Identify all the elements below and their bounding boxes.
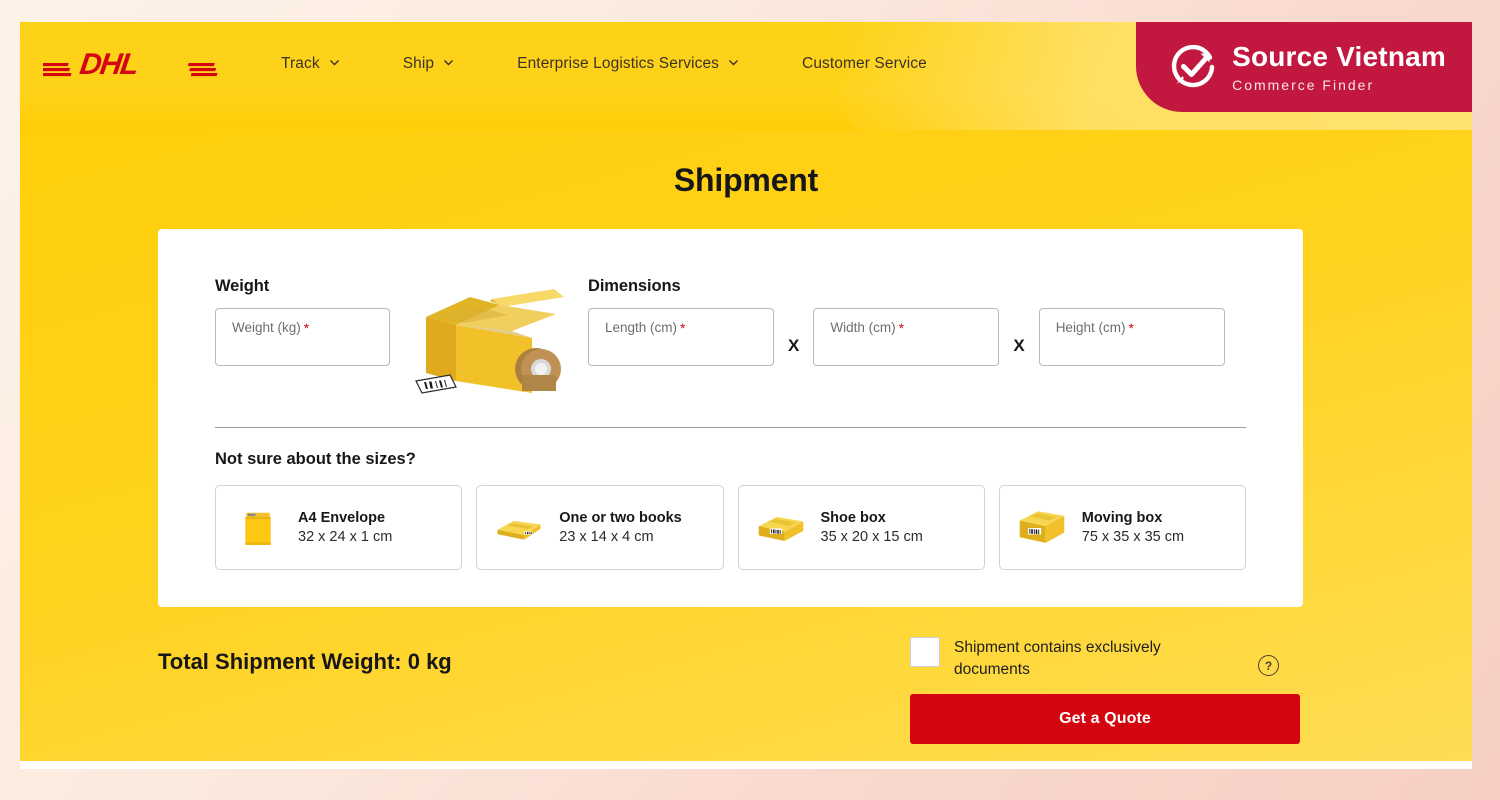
documents-only-row: Shipment contains exclusively documents … [910, 635, 1310, 681]
size-preset-text: Moving box 75 x 35 x 35 cm [1082, 510, 1184, 545]
weight-label: Weight [215, 277, 270, 295]
dimensions-inputs: Length (cm) * X Width (cm) * X Height (c… [588, 308, 1225, 366]
page-title: Shipment [673, 162, 819, 198]
nav-item-track[interactable]: Track [250, 49, 372, 79]
help-icon[interactable]: ? [1258, 655, 1279, 676]
source-vietnam-title: Source Vietnam [1232, 40, 1446, 72]
size-preset-one-or-two-books[interactable]: One or two books 23 x 14 x 4 cm [476, 485, 724, 570]
weight-input-placeholder: Weight (kg) [232, 320, 301, 335]
size-preset-shoe-box[interactable]: Shoe box 35 x 20 x 15 cm [737, 485, 985, 570]
length-field: Length (cm) * [588, 308, 774, 366]
size-preset-text: One or two books 23 x 14 x 4 cm [559, 510, 681, 545]
size-preset-name: One or two books [559, 510, 682, 526]
size-preset-moving-box[interactable]: Moving box 75 x 35 x 35 cm [998, 485, 1246, 570]
size-preset-name: Shoe box [820, 510, 886, 526]
size-preset-text: A4 Envelope 32 x 24 x 1 cm [298, 510, 392, 545]
dhl-logo[interactable]: DHL [37, 44, 225, 84]
nav-item-ship[interactable]: Ship [372, 49, 486, 79]
size-preset-dims: 23 x 14 x 4 cm [559, 529, 654, 545]
dhl-logo-icon: DHL [37, 48, 218, 81]
documents-only-checkbox[interactable] [910, 637, 940, 667]
shoe-box-icon [753, 502, 809, 554]
nav-item-enterprise-logistics-services-label: Enterprise Logistics Services [517, 55, 720, 72]
weight-field-group: Weight Weight (kg) * [215, 277, 390, 366]
chevron-down-icon [328, 56, 341, 69]
nav-item-customer-service[interactable]: Customer Service [771, 49, 958, 79]
chevron-down-icon [727, 56, 740, 69]
size-preset-list: A4 Envelope 32 x 24 x 1 cm One or two bo… [215, 485, 1246, 570]
documents-only-label: Shipment contains exclusively documents [954, 639, 1161, 678]
size-preset-a4-envelope[interactable]: A4 Envelope 32 x 24 x 1 cm [215, 485, 463, 570]
width-required-asterisk: * [898, 320, 905, 336]
shipment-form-card: Weight Weight (kg) * Dimensions Length (… [158, 229, 1303, 607]
dhl-page-frame: DHL Track Ship Enterprise Logistics Serv… [20, 22, 1472, 769]
get-a-quote-button[interactable]: Get a Quote [910, 694, 1300, 744]
length-input[interactable]: Length (cm) * [588, 308, 774, 366]
package-box-illustration [404, 283, 572, 395]
width-field: Width (cm) * [813, 308, 1000, 366]
nav-item-track-label: Track [281, 55, 320, 72]
size-preset-name: Moving box [1081, 510, 1163, 526]
source-vietnam-text: Source Vietnam Commerce Finder [1232, 40, 1446, 93]
length-required-asterisk: * [680, 320, 686, 336]
flat-box-icon [491, 502, 547, 554]
form-divider [215, 427, 1246, 428]
height-field: Height (cm) * [1038, 308, 1225, 366]
nav-item-customer-service-label: Customer Service [802, 55, 927, 72]
source-vietnam-watermark: Source Vietnam Commerce Finder [1136, 22, 1472, 112]
length-input-placeholder: Length (cm) [605, 320, 678, 335]
bottom-white-strip [20, 761, 1472, 769]
nav-item-ship-label: Ship [402, 55, 435, 72]
dimension-separator-2: X [1013, 336, 1025, 355]
height-input-placeholder: Height (cm) [1055, 320, 1126, 335]
weight-input[interactable]: Weight (kg) * [215, 308, 390, 366]
size-preset-text: Shoe box 35 x 20 x 15 cm [821, 510, 923, 545]
weight-and-dimensions-row: Weight Weight (kg) * Dimensions Length (… [215, 277, 1246, 395]
nav-item-enterprise-logistics-services[interactable]: Enterprise Logistics Services [486, 49, 771, 79]
height-input[interactable]: Height (cm) * [1038, 308, 1225, 366]
height-required-asterisk: * [1128, 320, 1134, 336]
size-preset-dims: 32 x 24 x 1 cm [298, 529, 393, 545]
size-preset-dims: 35 x 20 x 15 cm [820, 529, 923, 545]
dimensions-label: Dimensions [588, 277, 681, 295]
weight-required-asterisk: * [303, 320, 310, 336]
dimensions-field-group: Dimensions Length (cm) * X Width (cm) * … [588, 277, 1225, 366]
size-preset-name: A4 Envelope [298, 510, 386, 526]
source-vietnam-check-arrow-icon [1170, 43, 1218, 91]
width-input[interactable]: Width (cm) * [813, 308, 1000, 366]
source-vietnam-subtitle: Commerce Finder [1232, 76, 1375, 93]
width-input-placeholder: Width (cm) [830, 320, 896, 335]
envelope-icon [230, 502, 286, 554]
dimension-separator-1: X [788, 336, 800, 355]
chevron-down-icon [442, 56, 455, 69]
svg-text:DHL: DHL [78, 48, 140, 81]
size-preset-dims: 75 x 35 x 35 cm [1081, 529, 1185, 545]
nav-links: Track Ship Enterprise Logistics Services… [250, 49, 958, 79]
size-presets-title: Not sure about the sizes? [215, 450, 416, 468]
total-shipment-weight: Total Shipment Weight: 0 kg [158, 649, 452, 674]
moving-box-icon [1014, 502, 1070, 554]
